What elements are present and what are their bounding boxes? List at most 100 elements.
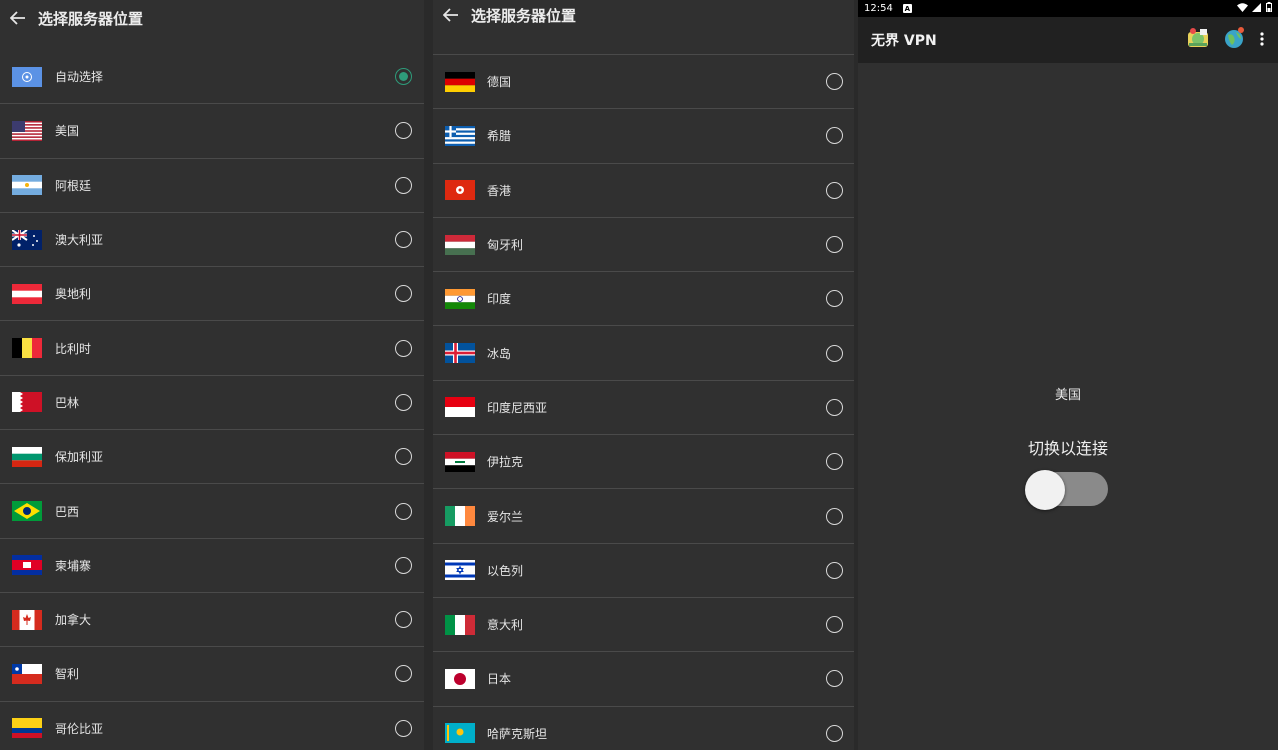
server-row[interactable]: 香港 — [433, 164, 854, 218]
more-options-icon[interactable] — [1260, 31, 1264, 50]
server-name: 哥伦比亚 — [55, 721, 104, 736]
radio-icon[interactable] — [395, 176, 412, 194]
radio-icon[interactable] — [395, 339, 412, 357]
wifi-icon — [1237, 2, 1248, 15]
header: 选择服务器位置 — [0, 0, 424, 36]
server-row[interactable]: 美国 — [0, 104, 424, 159]
server-row[interactable]: 日本 — [433, 652, 854, 707]
server-row[interactable]: 伊拉克 — [433, 435, 854, 490]
server-row[interactable]: 德国 — [433, 55, 854, 110]
server-row[interactable]: 印度尼西亚 — [433, 381, 854, 436]
server-row[interactable]: 澳大利亚 — [0, 213, 424, 268]
server-row[interactable]: 巴林 — [0, 376, 424, 431]
server-row[interactable]: 比利时 — [0, 321, 424, 376]
connection-area: 美国 切换以连接 — [858, 63, 1278, 750]
server-name: 巴林 — [55, 395, 80, 410]
radio-icon[interactable] — [826, 181, 843, 199]
radio-selected-icon[interactable] — [395, 68, 412, 86]
server-row[interactable]: 智利 — [0, 647, 424, 702]
bulgaria-flag-icon — [12, 446, 42, 467]
radio-icon[interactable] — [395, 448, 412, 466]
notification-badge-icon: A — [902, 4, 912, 13]
iraq-flag-icon — [445, 451, 475, 472]
server-name: 柬埔寨 — [55, 558, 92, 573]
canada-flag-icon — [12, 609, 42, 630]
page-title: 选择服务器位置 — [471, 6, 577, 25]
server-name: 德国 — [487, 75, 512, 90]
radio-icon[interactable] — [826, 507, 843, 525]
radio-icon[interactable] — [826, 236, 843, 254]
australia-flag-icon — [12, 229, 42, 250]
radio-icon[interactable] — [826, 398, 843, 416]
server-row[interactable]: 匈牙利 — [433, 218, 854, 273]
server-row[interactable]: 奥地利 — [0, 267, 424, 322]
server-row[interactable]: 阿根廷 — [0, 159, 424, 213]
server-name: 加拿大 — [55, 613, 92, 628]
chile-flag-icon — [12, 663, 42, 684]
radio-icon[interactable] — [826, 344, 843, 362]
italy-flag-icon — [445, 614, 475, 635]
radio-icon[interactable] — [395, 611, 412, 629]
server-map-icon[interactable] — [1186, 27, 1210, 53]
server-row[interactable]: 哥伦比亚 — [0, 702, 424, 750]
radio-icon[interactable] — [395, 502, 412, 520]
server-row[interactable]: 自动选择 — [0, 50, 424, 105]
radio-icon[interactable] — [826, 453, 843, 471]
radio-icon[interactable] — [395, 285, 412, 303]
server-row[interactable]: 爱尔兰 — [433, 489, 854, 544]
server-row[interactable]: 柬埔寨 — [0, 539, 424, 593]
connect-toggle[interactable] — [1025, 470, 1108, 510]
iceland-flag-icon — [445, 343, 475, 364]
server-row[interactable]: 保加利亚 — [0, 430, 424, 485]
indonesia-flag-icon — [445, 397, 475, 418]
radio-icon[interactable] — [826, 127, 843, 145]
status-bar: 12:54 A — [858, 0, 1278, 17]
back-arrow-icon[interactable] — [441, 5, 461, 25]
server-row[interactable]: 以色列 — [433, 544, 854, 598]
server-row[interactable]: 意大利 — [433, 598, 854, 653]
server-name: 阿根廷 — [55, 178, 92, 193]
radio-icon[interactable] — [395, 556, 412, 574]
server-name: 爱尔兰 — [487, 509, 524, 524]
back-arrow-icon[interactable] — [8, 8, 28, 28]
page-title: 选择服务器位置 — [38, 9, 144, 28]
server-name: 香港 — [487, 183, 512, 198]
austria-flag-icon — [12, 283, 42, 304]
radio-icon[interactable] — [826, 73, 843, 91]
japan-flag-icon — [445, 668, 475, 689]
radio-icon[interactable] — [826, 561, 843, 579]
server-name: 巴西 — [55, 504, 80, 519]
radio-icon[interactable] — [826, 724, 843, 742]
server-row[interactable]: 哈萨克斯坦 — [433, 707, 854, 750]
radio-icon[interactable] — [826, 670, 843, 688]
server-row[interactable]: 冰岛 — [433, 326, 854, 381]
radio-icon[interactable] — [395, 393, 412, 411]
un-flag-icon — [12, 66, 42, 87]
battery-icon — [1266, 2, 1272, 15]
server-name: 日本 — [487, 672, 512, 687]
server-row[interactable]: 加拿大 — [0, 593, 424, 648]
server-name: 印度尼西亚 — [487, 400, 548, 415]
server-row[interactable]: 巴西 — [0, 484, 424, 539]
hongkong-flag-icon — [445, 180, 475, 201]
radio-icon[interactable] — [395, 231, 412, 249]
server-name: 伊拉克 — [487, 455, 524, 470]
signal-icon — [1252, 2, 1261, 15]
server-name: 保加利亚 — [55, 450, 104, 465]
radio-icon[interactable] — [395, 665, 412, 683]
radio-icon[interactable] — [395, 719, 412, 737]
app-title: 无界 VPN — [871, 33, 937, 49]
radio-icon[interactable] — [826, 290, 843, 308]
server-name: 哈萨克斯坦 — [487, 726, 548, 741]
server-name: 奥地利 — [55, 287, 92, 302]
server-row[interactable]: 印度 — [433, 272, 854, 327]
ireland-flag-icon — [445, 506, 475, 527]
globe-icon[interactable] — [1222, 26, 1246, 54]
server-row[interactable]: 希腊 — [433, 109, 854, 164]
server-name: 自动选择 — [55, 70, 104, 85]
server-name: 匈牙利 — [487, 238, 524, 253]
radio-icon[interactable] — [395, 122, 412, 140]
app-bar: 无界 VPN — [858, 17, 1278, 63]
header: 选择服务器位置 — [433, 0, 854, 30]
radio-icon[interactable] — [826, 616, 843, 634]
